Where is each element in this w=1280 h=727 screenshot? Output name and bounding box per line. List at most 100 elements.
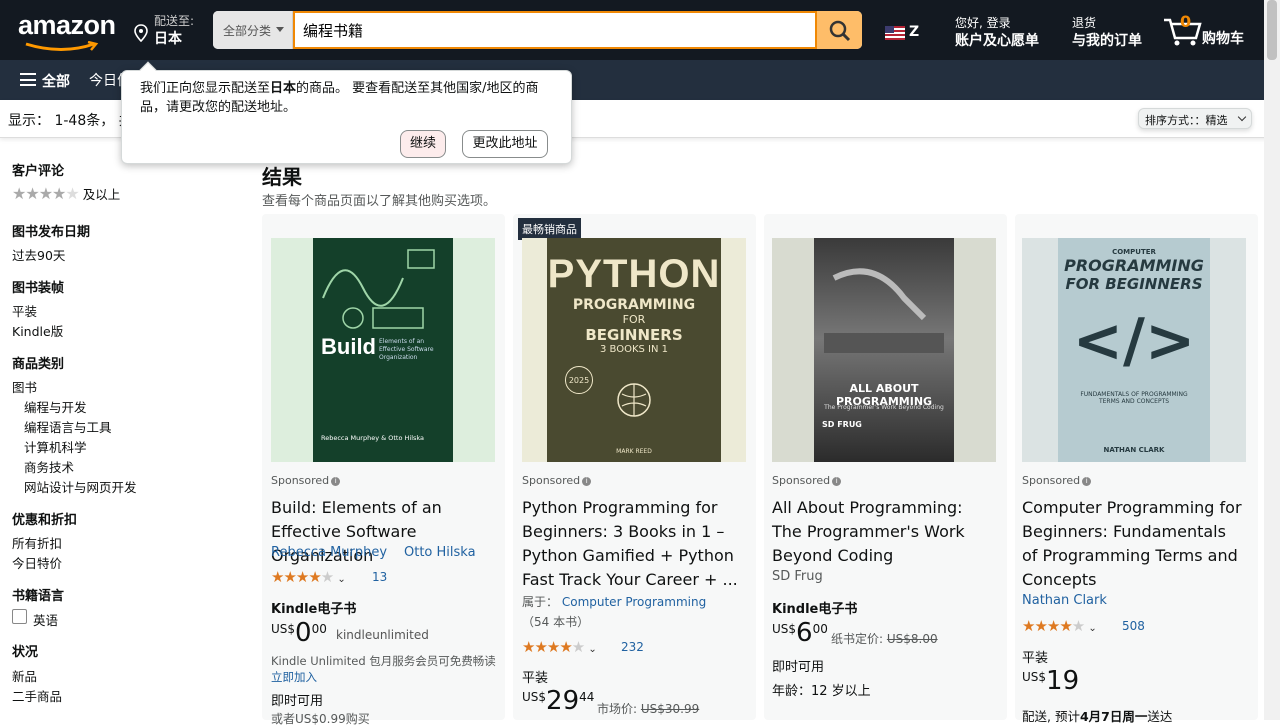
author-link[interactable]: Rebecca Murphey <box>271 545 387 560</box>
cover-authors: Rebecca Murphey & Otto Hilska <box>321 434 425 442</box>
product-title-python[interactable]: Python Programming for Beginners: 3 Book… <box>522 496 746 592</box>
price-fraction: 44 <box>579 690 595 704</box>
cover-author: SD FRUG <box>822 420 862 429</box>
binding-filter-kindle[interactable]: Kindle版 <box>12 321 63 340</box>
cover-author: NATHAN CLARK <box>1103 446 1165 454</box>
category-business-tech[interactable]: 商务技术 <box>24 457 74 476</box>
cover-line4: BEGINNERS <box>585 326 683 344</box>
product-image-build[interactable]: Build Elements of an Effective Software … <box>271 238 495 462</box>
format-link[interactable]: Kindle电子书 <box>772 598 857 617</box>
sponsored-label[interactable]: Sponsored i <box>271 474 341 487</box>
rating-stars[interactable]: ★★★★★ ⌄ <box>271 568 346 586</box>
all-menu-label: 全部 <box>42 74 70 90</box>
price[interactable]: US$600 <box>772 618 828 648</box>
results-subheading: 查看每个商品页面以了解其他购买选项。 <box>262 194 497 209</box>
change-address-button[interactable]: 更改此地址 <box>462 130 548 158</box>
cover-title: PROGRAMMING <box>1064 256 1204 275</box>
series-info: 属于： Computer Programming <box>522 593 706 610</box>
reviews-link-label: 及以上 <box>82 187 121 202</box>
format-link[interactable]: Kindle电子书 <box>271 598 356 617</box>
rating-stars[interactable]: ★★★★★ ⌄ <box>522 638 597 656</box>
sponsored-label[interactable]: Sponsored i <box>1022 474 1092 487</box>
rating-count[interactable]: 13 <box>372 570 387 584</box>
brain-icon <box>617 383 651 417</box>
sort-dropdown[interactable]: 排序方式：：精选 <box>1138 108 1252 129</box>
amazon-logo[interactable]: amazon <box>14 8 126 56</box>
category-books[interactable]: 图书 <box>12 377 37 396</box>
binding-filter-paperback[interactable]: 平装 <box>12 301 37 320</box>
category-languages-tools[interactable]: 编程语言与工具 <box>24 417 112 436</box>
hamburger-icon <box>20 73 36 86</box>
product-image-python[interactable]: PYTHON PROGRAMMING FOR BEGINNERS 3 BOOKS… <box>522 238 746 462</box>
category-programming[interactable]: 编程与开发 <box>24 397 87 416</box>
continue-button[interactable]: 继续 <box>400 130 446 158</box>
rating-stars[interactable]: ★★★★★ ⌄ <box>1022 617 1097 635</box>
price[interactable]: US$19 <box>1022 666 1079 696</box>
info-icon: i <box>331 477 341 486</box>
returns-orders[interactable]: 退货 与我的订单 <box>1068 10 1154 54</box>
popover-message: 我们正向您显示配送至日本的商品。 要查看配送至其他国家/地区的商品，请更改您的配… <box>140 79 558 117</box>
price-symbol: US$ <box>1022 670 1047 684</box>
cart-button[interactable]: 0 购物车 <box>1158 8 1250 54</box>
all-menu-button[interactable]: 全部 <box>12 63 78 97</box>
cart-count: 0 <box>1180 12 1192 31</box>
ku-join-link[interactable]: 立即加入 <box>271 670 317 684</box>
sponsored-text: Sponsored <box>271 474 330 487</box>
date-filter-90days[interactable]: 过去90天 <box>12 245 65 264</box>
search-category-select[interactable]: 全部分类 <box>213 11 293 49</box>
returns-label: 退货 <box>1072 16 1097 30</box>
condition-used[interactable]: 二手商品 <box>12 686 62 705</box>
series-link[interactable]: Computer Programming <box>562 595 706 609</box>
price-whole: 6 <box>796 618 813 648</box>
search-category-label: 全部分类 <box>223 24 272 38</box>
price[interactable]: US$2944 <box>522 686 594 716</box>
us-flag-icon <box>885 26 905 40</box>
author-link[interactable]: Nathan Clark <box>1022 593 1107 608</box>
reviews-filter[interactable]: ★★★★★ 及以上 <box>12 184 120 203</box>
book-cover: Build Elements of an Effective Software … <box>313 238 453 462</box>
price-whole: 19 <box>1046 666 1080 696</box>
deals-filter-today[interactable]: 今日特价 <box>12 553 62 572</box>
condition-new[interactable]: 新品 <box>12 666 37 685</box>
availability: 即时可用 <box>772 660 825 675</box>
category-computer-science[interactable]: 计算机科学 <box>24 437 87 456</box>
price-fraction: 00 <box>812 622 828 636</box>
deliver-to[interactable]: 配送至: 日本 <box>128 8 200 54</box>
search-button[interactable] <box>817 11 862 49</box>
price-fraction: 00 <box>311 622 327 636</box>
ku-message: Kindle Unlimited 包月服务会员可免费畅读立即加入 <box>271 653 501 685</box>
category-web-design[interactable]: 网站设计与网页开发 <box>24 477 137 496</box>
series-count[interactable]: （54 本书） <box>522 613 589 630</box>
sponsored-label[interactable]: Sponsored i <box>772 474 842 487</box>
page-scrollbar[interactable] <box>1264 0 1280 720</box>
rating-count[interactable]: 508 <box>1122 619 1145 633</box>
sponsored-label[interactable]: Sponsored i <box>522 474 592 487</box>
price[interactable]: US$000 <box>271 618 327 648</box>
rating-count[interactable]: 232 <box>621 640 644 654</box>
book-cover: COMPUTER PROGRAMMING FOR BEGINNERS </> F… <box>1058 238 1210 462</box>
account-menu[interactable]: 您好, 登录 账户及心愿单 <box>951 10 1051 54</box>
english-checkbox[interactable] <box>12 609 27 624</box>
availability: 即时可用 <box>271 694 324 709</box>
author-link[interactable]: Otto Hilska <box>404 545 476 560</box>
language-selector[interactable]: Z <box>881 12 945 52</box>
chevron-down-icon <box>1237 112 1247 122</box>
results-heading: 结果 <box>262 165 302 189</box>
product-image-all-about[interactable]: ALL ABOUT PROGRAMMING The Programmer's W… <box>772 238 996 462</box>
sort-label: 排序方式：：精选 <box>1145 114 1228 127</box>
deals-filter-all[interactable]: 所有折扣 <box>12 533 62 552</box>
alt-buy[interactable]: 或者US$0.99购买 <box>271 710 370 727</box>
product-title-computer-programming[interactable]: Computer Programming for Beginners: Fund… <box>1022 496 1246 592</box>
search-input[interactable] <box>293 11 817 49</box>
format-link[interactable]: 平装 <box>1022 647 1048 666</box>
delivery-prefix: 配送, 预计 <box>1022 709 1080 724</box>
product-title-all-about[interactable]: All About Programming: The Programmer's … <box>772 496 996 568</box>
product-image-computer-programming[interactable]: COMPUTER PROGRAMMING FOR BEGINNERS </> F… <box>1022 238 1246 462</box>
info-icon: i <box>1082 477 1092 486</box>
cover-subtitle: The Programmer's Work Beyond Coding <box>824 404 944 411</box>
format-link[interactable]: 平装 <box>522 667 548 686</box>
category-heading: 商品类别 <box>12 357 65 372</box>
account-label: 账户及心愿单 <box>955 33 1039 49</box>
scrollbar-thumb[interactable] <box>1267 0 1277 60</box>
price-symbol: US$ <box>522 690 547 704</box>
